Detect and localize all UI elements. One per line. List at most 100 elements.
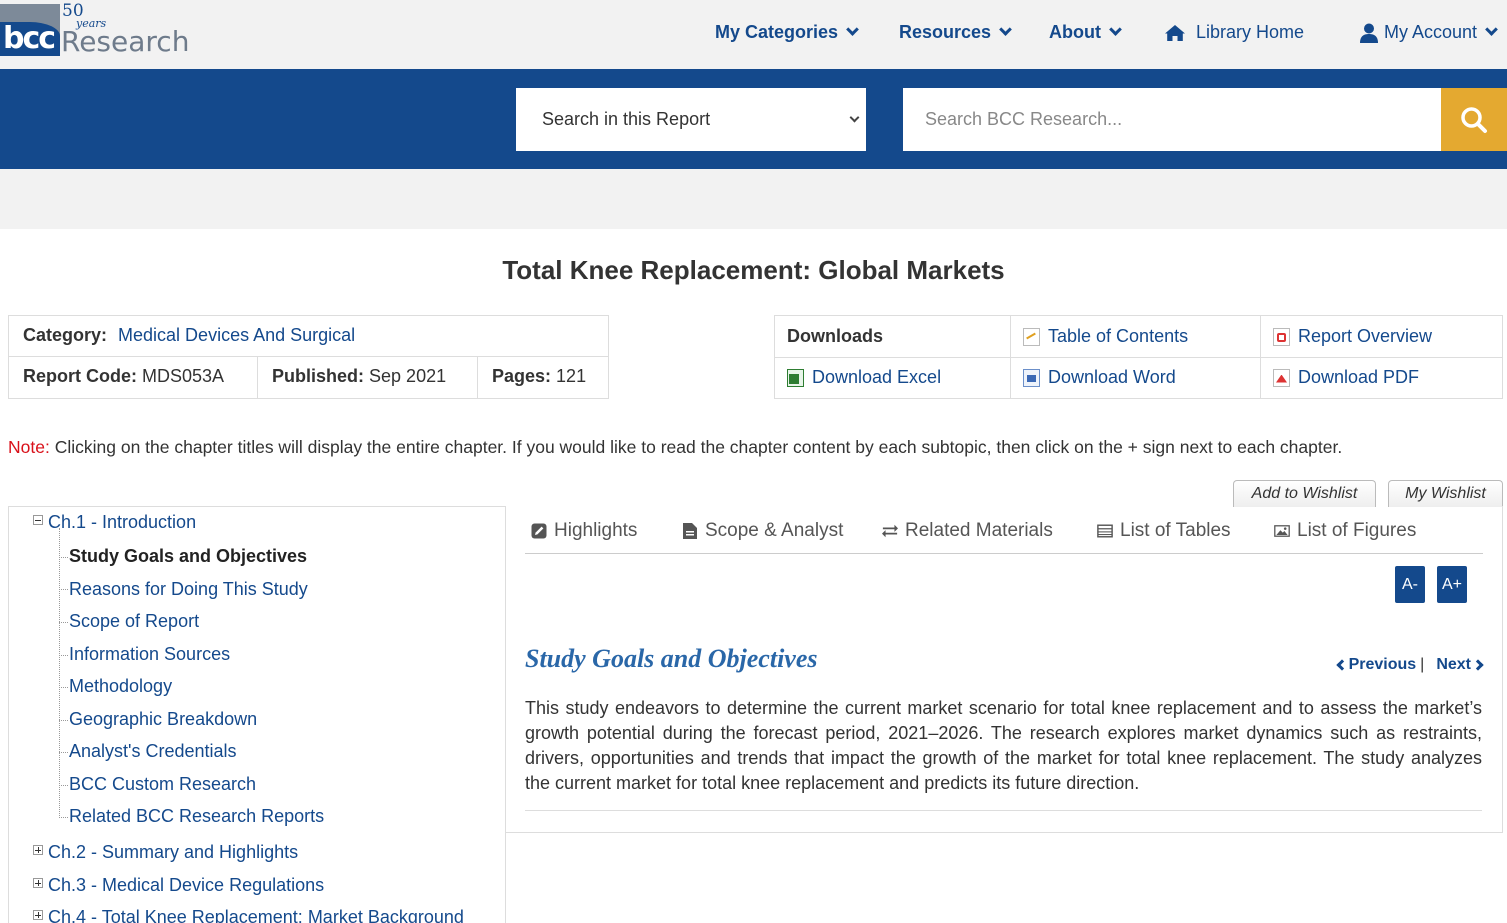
pdf-icon xyxy=(1273,368,1290,387)
instruction-note: Note: Clicking on the chapter titles wil… xyxy=(8,437,1342,458)
note-text: Clicking on the chapter titles will disp… xyxy=(54,437,1343,457)
chapter-tree: Ch.1 - Introduction Study Goals and Obje… xyxy=(8,506,506,923)
tab-scope-analyst-label: Scope & Analyst xyxy=(705,520,844,541)
top-header: bcc 50 years Research My Categories Reso… xyxy=(0,0,1507,69)
chevron-down-icon xyxy=(1109,23,1122,36)
excel-icon xyxy=(787,368,804,387)
chevron-down-icon xyxy=(1485,23,1498,36)
add-to-wishlist-button[interactable]: Add to Wishlist xyxy=(1233,480,1376,507)
subtopic-methodology[interactable]: Methodology xyxy=(69,676,172,697)
pages-cell: Pages: 121 xyxy=(478,357,608,398)
content-tabs: Highlights Scope & Analyst Related Mater… xyxy=(525,518,1483,554)
chapter-2-link[interactable]: Ch.2 - Summary and Highlights xyxy=(48,842,298,863)
tab-list-of-tables-label: List of Tables xyxy=(1120,520,1231,541)
expand-icon[interactable] xyxy=(33,845,43,855)
content-panel: Highlights Scope & Analyst Related Mater… xyxy=(506,506,1503,833)
search-button[interactable] xyxy=(1441,88,1507,151)
report-code-cell: Report Code: MDS053A xyxy=(9,357,258,398)
report-overview-label: Report Overview xyxy=(1298,326,1433,346)
spacer-bar xyxy=(0,169,1507,229)
chevron-down-icon xyxy=(846,23,859,36)
section-pagination: Previous | Next xyxy=(1335,656,1484,674)
download-word-label: Download Word xyxy=(1048,367,1176,387)
tab-highlights-label: Highlights xyxy=(554,520,638,541)
category-row: Category: Medical Devices And Surgical xyxy=(9,316,608,357)
bcc-research-logo[interactable]: bcc 50 years Research xyxy=(0,2,189,62)
next-label: Next xyxy=(1436,656,1471,673)
previous-label: Previous xyxy=(1348,656,1417,673)
downloads-heading: Downloads xyxy=(787,326,884,346)
tab-highlights[interactable]: Highlights xyxy=(531,520,637,542)
subtopic-bcc-custom-research[interactable]: BCC Custom Research xyxy=(69,774,256,795)
chevron-down-icon xyxy=(999,23,1012,36)
download-excel-label: Download Excel xyxy=(812,367,942,387)
increase-font-button[interactable]: A+ xyxy=(1437,566,1467,603)
download-pdf-label: Download PDF xyxy=(1298,367,1420,387)
home-icon xyxy=(1165,24,1185,41)
search-input[interactable] xyxy=(903,88,1441,151)
pages-value: 121 xyxy=(556,366,587,386)
nav-my-account-label: My Account xyxy=(1384,22,1478,42)
previous-link[interactable]: Previous xyxy=(1335,656,1417,674)
subtopic-information-sources[interactable]: Information Sources xyxy=(69,644,230,665)
collapse-icon[interactable] xyxy=(33,515,43,525)
chevron-right-icon xyxy=(1472,659,1484,671)
word-icon xyxy=(1023,368,1040,387)
nav-my-categories[interactable]: My Categories xyxy=(715,22,859,43)
download-word-link[interactable]: Download Word xyxy=(1011,357,1188,398)
chevron-down-icon xyxy=(849,112,860,123)
chevron-left-icon xyxy=(1335,659,1348,671)
note-label: Note: xyxy=(8,437,50,457)
nav-about[interactable]: About xyxy=(1049,22,1122,43)
next-link[interactable]: Next xyxy=(1436,656,1484,674)
tab-scope-analyst[interactable]: Scope & Analyst xyxy=(682,520,843,542)
subtopic-analyst-credentials[interactable]: Analyst's Credentials xyxy=(69,741,237,762)
logo-bcc-text: bcc xyxy=(3,21,56,56)
subtopic-reasons[interactable]: Reasons for Doing This Study xyxy=(69,579,308,600)
download-excel-link[interactable]: Download Excel xyxy=(775,357,953,398)
expand-icon[interactable] xyxy=(33,878,43,888)
page-title: Total Knee Replacement: Global Markets xyxy=(502,255,1005,285)
expand-icon[interactable] xyxy=(33,910,43,920)
subtopic-geographic-breakdown[interactable]: Geographic Breakdown xyxy=(69,709,257,730)
category-link[interactable]: Medical Devices And Surgical xyxy=(118,325,355,345)
nav-about-label: About xyxy=(1049,22,1101,42)
pagination-separator: | xyxy=(1420,656,1425,673)
subtopic-related-reports[interactable]: Related BCC Research Reports xyxy=(69,806,324,827)
table-icon xyxy=(1097,524,1113,538)
edit-icon xyxy=(531,523,547,539)
nav-my-account[interactable]: My Account xyxy=(1360,22,1498,43)
logo-research-text: Research xyxy=(61,25,190,58)
tab-related-materials-label: Related Materials xyxy=(905,520,1053,541)
download-pdf-link[interactable]: Download PDF xyxy=(1261,357,1431,398)
nav-library-home[interactable]: Library Home xyxy=(1164,22,1304,43)
published-value: Sep 2021 xyxy=(369,366,447,386)
section-body: This study endeavors to determine the cu… xyxy=(525,696,1482,811)
tree-connector xyxy=(59,528,60,818)
search-scope-value: Search in this Report xyxy=(542,109,711,129)
nav-resources[interactable]: Resources xyxy=(899,22,1012,43)
category-label: Category: xyxy=(23,325,108,345)
tab-list-of-figures[interactable]: List of Figures xyxy=(1274,520,1416,542)
search-icon xyxy=(1461,106,1487,133)
user-icon xyxy=(1360,23,1378,43)
pages-label: Pages: xyxy=(492,366,552,386)
table-of-contents-link[interactable]: Table of Contents xyxy=(1011,316,1200,357)
document-icon xyxy=(683,523,697,539)
chapter-3-link[interactable]: Ch.3 - Medical Device Regulations xyxy=(48,875,324,896)
subtopic-study-goals[interactable]: Study Goals and Objectives xyxy=(69,546,307,567)
subtopic-scope[interactable]: Scope of Report xyxy=(69,611,199,632)
chapter-1-link[interactable]: Ch.1 - Introduction xyxy=(48,512,196,533)
decrease-font-button[interactable]: A- xyxy=(1395,566,1425,603)
chapter-4-link[interactable]: Ch.4 - Total Knee Replacement: Market Ba… xyxy=(48,907,464,923)
tab-list-of-figures-label: List of Figures xyxy=(1297,520,1417,541)
report-info-table: Category: Medical Devices And Surgical R… xyxy=(8,315,609,399)
nav-resources-label: Resources xyxy=(899,22,992,42)
report-overview-link[interactable]: Report Overview xyxy=(1261,316,1444,357)
tab-related-materials[interactable]: Related Materials xyxy=(882,520,1053,542)
nav-library-home-label: Library Home xyxy=(1196,22,1305,42)
downloads-table: Downloads Table of Contents Report Overv… xyxy=(774,315,1503,399)
search-scope-select[interactable]: Search in this Report xyxy=(516,88,866,151)
tab-list-of-tables[interactable]: List of Tables xyxy=(1097,520,1231,542)
my-wishlist-button[interactable]: My Wishlist xyxy=(1388,480,1503,507)
